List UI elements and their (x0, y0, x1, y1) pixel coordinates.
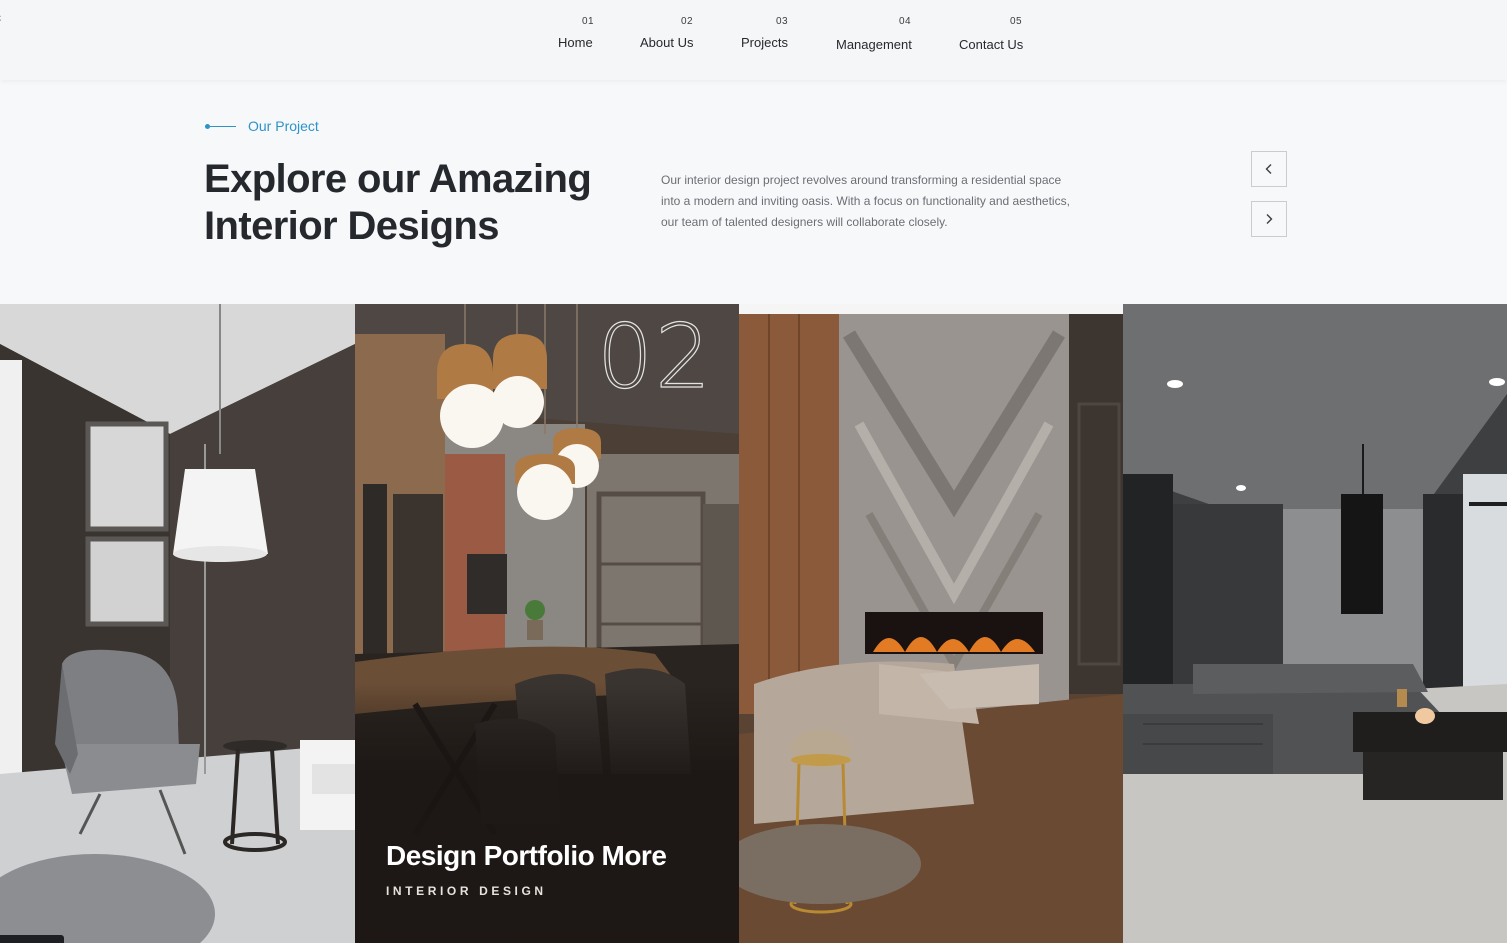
nav-label[interactable]: Projects (741, 35, 788, 50)
project-card-4[interactable] (1123, 304, 1507, 943)
section-title-line: Interior Designs (204, 204, 500, 248)
project-image-lounge-chair (0, 304, 355, 943)
nav-number: 02 (681, 16, 694, 27)
section-description: Our interior design project revolves aro… (661, 170, 1111, 233)
card-subtitle: INTERIOR DESIGN (386, 884, 547, 898)
eyebrow-label: Our Project (248, 118, 319, 134)
section-title: Explore our Amazing Interior Designs (204, 156, 624, 250)
project-card-3[interactable] (739, 304, 1123, 943)
card-title[interactable]: Design Portfolio More (386, 840, 667, 872)
corner-chip (0, 935, 64, 943)
slider-prev-button[interactable] (1251, 151, 1287, 187)
section-eyebrow: Our Project (205, 116, 319, 136)
nav-number: 05 (1010, 16, 1023, 27)
site-header: c r 01 Home 02 About Us 03 Projects 04 M… (0, 0, 1507, 80)
slider-next-button[interactable] (1251, 201, 1287, 237)
card-number: 02 (596, 305, 713, 408)
nav-label[interactable]: Home (558, 35, 593, 50)
project-card-1[interactable] (0, 304, 355, 943)
project-gallery: 02 Design Portfolio More INTERIOR DESIGN (0, 304, 1507, 943)
nav-number: 01 (582, 16, 595, 27)
chevron-right-icon (1266, 214, 1273, 224)
nav-label[interactable]: Contact Us (959, 37, 1023, 52)
project-image-fireplace-lounge (739, 304, 1123, 943)
nav-number: 03 (776, 16, 789, 27)
chevron-left-icon (1265, 164, 1272, 174)
description-line: our team of talented designers will coll… (661, 215, 948, 229)
project-card-2-active[interactable]: 02 Design Portfolio More INTERIOR DESIGN (355, 304, 739, 943)
description-line: Our interior design project revolves aro… (661, 173, 1062, 187)
project-image-dark-living-room (1123, 304, 1507, 943)
description-line: into a modern and inviting oasis. With a… (661, 194, 1070, 208)
section-title-line: Explore our Amazing (204, 157, 592, 201)
nav-number: 04 (899, 16, 912, 27)
nav-label[interactable]: Management (836, 37, 912, 52)
card-overlay (355, 683, 739, 943)
eyebrow-line (210, 125, 236, 127)
nav-label[interactable]: About Us (640, 35, 693, 50)
logo[interactable]: c r (0, 10, 10, 70)
